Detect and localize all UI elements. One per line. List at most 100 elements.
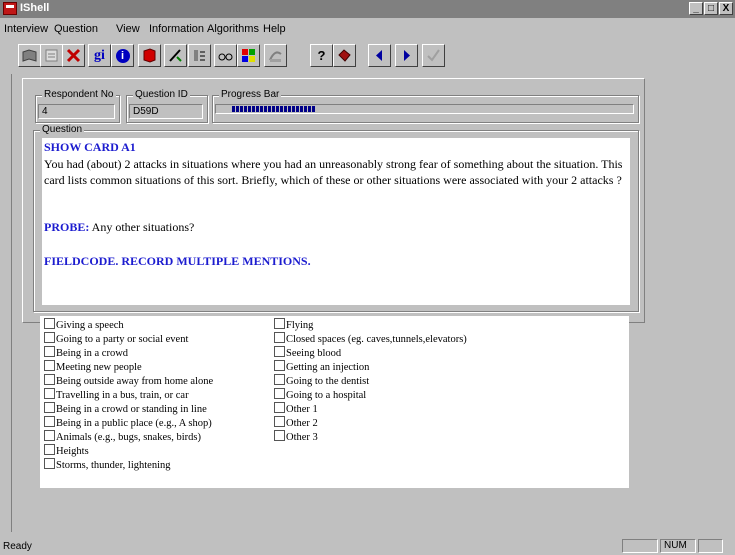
info-icon[interactable]: i (111, 44, 134, 67)
checkbox[interactable] (44, 402, 55, 413)
checkbox[interactable] (44, 444, 55, 455)
checkbox[interactable] (274, 388, 285, 399)
skip-icon[interactable] (264, 44, 287, 67)
checkbox[interactable] (274, 332, 285, 343)
option-other-3[interactable]: Other 3 (274, 430, 318, 443)
checkbox[interactable] (44, 346, 55, 357)
option-label: Getting an injection (286, 362, 370, 373)
checkbox[interactable] (274, 360, 285, 371)
option-injection[interactable]: Getting an injection (274, 360, 369, 373)
option-label: Animals (e.g., bugs, snakes, birds) (56, 432, 201, 443)
answer-list: Giving a speech Going to a party or soci… (40, 316, 629, 488)
option-dentist[interactable]: Going to the dentist (274, 374, 369, 387)
option-flying[interactable]: Flying (274, 318, 313, 331)
close-button[interactable]: X (719, 2, 733, 15)
option-label: Meeting new people (56, 362, 142, 373)
option-label: Being outside away from home alone (56, 376, 214, 387)
question-text: You had (about) 2 attacks in situations … (44, 157, 623, 187)
option-party[interactable]: Going to a party or social event (44, 332, 188, 345)
info-label: i (115, 48, 130, 63)
gi-label: gi (94, 47, 105, 63)
list-icon[interactable] (188, 44, 211, 67)
checkbox[interactable] (274, 416, 285, 427)
option-label: Seeing blood (286, 348, 342, 359)
status-text: Ready (3, 541, 32, 552)
toolbar: gi i ? (0, 40, 735, 72)
checkbox[interactable] (44, 458, 55, 469)
title-bar: IShell _ □ X (0, 0, 735, 18)
option-heights[interactable]: Heights (44, 444, 89, 457)
notepad-icon[interactable] (40, 44, 63, 67)
option-other-2[interactable]: Other 2 (274, 416, 318, 429)
question-text-box: SHOW CARD A1 You had (about) 2 attacks i… (42, 138, 630, 305)
probe-text: Any other situations? (89, 220, 195, 234)
checkbox[interactable] (274, 318, 285, 329)
option-travelling[interactable]: Travelling in a bus, train, or car (44, 388, 189, 401)
workspace-edge (11, 74, 12, 532)
fieldcode-text: FIELDCODE. RECORD MULTIPLE MENTIONS. (44, 254, 311, 268)
maximize-button[interactable]: □ (704, 2, 718, 15)
check-icon[interactable] (422, 44, 445, 67)
option-outside-alone[interactable]: Being outside away from home alone (44, 374, 213, 387)
option-label: Being in a public place (e.g., A shop) (56, 418, 212, 429)
probe-label: PROBE: (44, 220, 90, 234)
option-closed-spaces[interactable]: Closed spaces (eg. caves,tunnels,elevato… (274, 332, 467, 345)
option-standing-line[interactable]: Being in a crowd or standing in line (44, 402, 207, 415)
checkbox[interactable] (274, 402, 285, 413)
menu-question[interactable]: Question (54, 23, 98, 35)
codebook-icon[interactable] (333, 44, 356, 67)
option-label: Other 1 (286, 404, 318, 415)
checkbox[interactable] (44, 332, 55, 343)
checkbox[interactable] (274, 430, 285, 441)
menu-help[interactable]: Help (263, 23, 286, 35)
checkbox[interactable] (274, 374, 285, 385)
option-label: Closed spaces (eg. caves,tunnels,elevato… (286, 334, 467, 345)
option-other-1[interactable]: Other 1 (274, 402, 318, 415)
option-crowd[interactable]: Being in a crowd (44, 346, 128, 359)
menu-interview[interactable]: Interview (4, 23, 48, 35)
previous-icon[interactable] (368, 44, 391, 67)
app-icon (3, 2, 17, 15)
checkbox[interactable] (44, 360, 55, 371)
option-label: Storms, thunder, lightening (56, 460, 171, 471)
help-icon[interactable]: ? (310, 44, 333, 67)
delete-icon[interactable] (62, 44, 85, 67)
option-giving-speech[interactable]: Giving a speech (44, 318, 124, 331)
option-label: Giving a speech (56, 320, 124, 331)
option-storms[interactable]: Storms, thunder, lightening (44, 458, 171, 471)
next-icon[interactable] (395, 44, 418, 67)
checkbox[interactable] (44, 430, 55, 441)
minimize-button[interactable]: _ (689, 2, 703, 15)
open-book-icon[interactable] (18, 44, 41, 67)
option-public-place[interactable]: Being in a public place (e.g., A shop) (44, 416, 212, 429)
book-red-icon[interactable] (138, 44, 161, 67)
option-seeing-blood[interactable]: Seeing blood (274, 346, 341, 359)
status-cell-scroll (698, 539, 723, 553)
option-hospital[interactable]: Going to a hospital (274, 388, 366, 401)
checkbox[interactable] (44, 388, 55, 399)
option-label: Other 2 (286, 418, 318, 429)
option-new-people[interactable]: Meeting new people (44, 360, 142, 373)
status-num: NUM (660, 539, 696, 553)
menu-view[interactable]: View (116, 23, 140, 35)
probe-line: PROBE: Any other situations? (44, 220, 194, 235)
question-label: Question (40, 124, 85, 135)
option-label: Going to a hospital (286, 390, 367, 401)
option-animals[interactable]: Animals (e.g., bugs, snakes, birds) (44, 430, 201, 443)
edit-icon[interactable] (164, 44, 187, 67)
option-label: Flying (286, 320, 314, 331)
menu-algorithms[interactable]: Algorithms (207, 23, 259, 35)
checkbox[interactable] (274, 346, 285, 357)
option-label: Heights (56, 446, 89, 457)
gi-icon[interactable]: gi (88, 44, 111, 67)
show-card-text: SHOW CARD A1 (44, 140, 136, 154)
checkbox[interactable] (44, 416, 55, 427)
color-palette-icon[interactable] (237, 44, 260, 67)
glasses-icon[interactable] (214, 44, 237, 67)
menu-bar: Interview Question View Information Algo… (0, 20, 735, 38)
menu-information[interactable]: Information (149, 23, 204, 35)
checkbox[interactable] (44, 318, 55, 329)
checkbox[interactable] (44, 374, 55, 385)
option-label: Being in a crowd or standing in line (56, 404, 207, 415)
status-cell-caps (622, 539, 658, 553)
